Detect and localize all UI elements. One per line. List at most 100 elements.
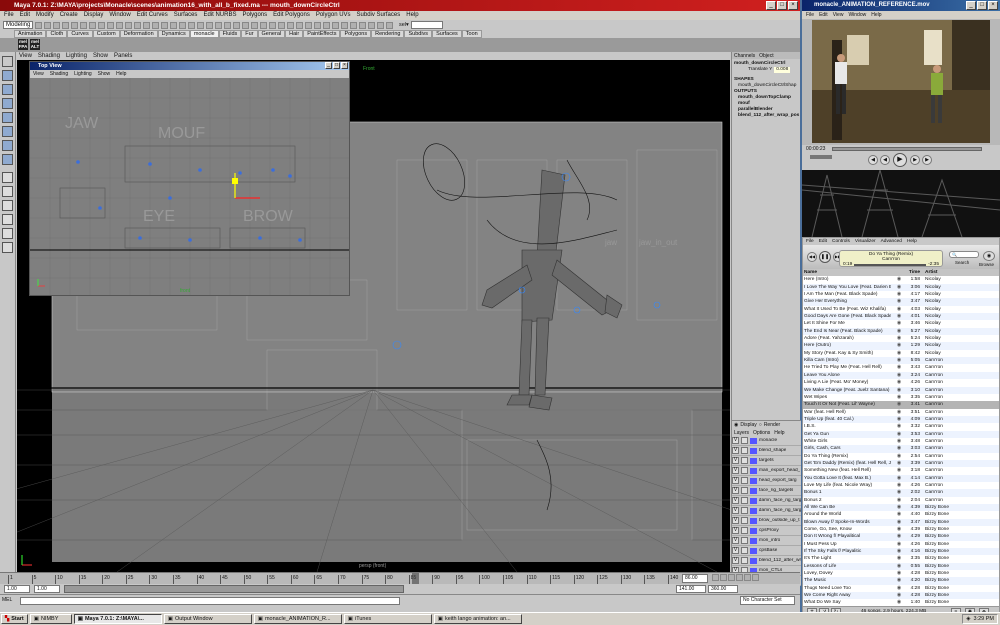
track-check-icon[interactable]: ◉ (891, 394, 907, 401)
status-tool-icon[interactable] (368, 21, 375, 29)
layer-visibility-toggle[interactable]: V (732, 467, 739, 474)
qt-back-icon[interactable]: ◀ (868, 155, 878, 165)
track-row[interactable]: The End Is Near (Feat. Black Spade) ◉ 5:27… (803, 327, 999, 336)
menu-polygons[interactable]: Polygons (242, 11, 267, 20)
qt-menu-view[interactable]: View (833, 12, 844, 18)
minimize-button[interactable]: _ (766, 1, 776, 10)
current-time-marker[interactable] (412, 573, 419, 584)
track-check-icon[interactable]: ◉ (891, 541, 907, 548)
layer-row[interactable]: Vman_export_head_ (732, 466, 801, 476)
status-tool-icon[interactable] (305, 21, 312, 29)
status-tool-icon[interactable] (287, 21, 294, 29)
go-start-icon[interactable] (712, 574, 719, 581)
track-row[interactable]: Come, Go, See, Know ◉ 4:39 Bizzy Bone (803, 526, 999, 533)
translate-y-field[interactable]: 0.008 (774, 67, 791, 73)
track-check-icon[interactable]: ◉ (891, 357, 907, 364)
mode-dropdown[interactable]: Modeling (3, 21, 33, 29)
track-check-icon[interactable]: ◉ (891, 320, 907, 327)
shelf-tab-fluids[interactable]: Fluids (218, 30, 242, 38)
it-pause-icon[interactable]: ❚❚ (819, 251, 831, 263)
layer-color-swatch[interactable] (750, 447, 757, 454)
play-forward-icon[interactable] (736, 574, 743, 581)
track-check-icon[interactable]: ◉ (891, 342, 907, 349)
qt-menu-window[interactable]: Window (848, 12, 866, 18)
menu-edit-curves[interactable]: Edit Curves (137, 11, 168, 20)
track-check-icon[interactable]: ◉ (891, 387, 907, 394)
menu-modify[interactable]: Modify (36, 11, 54, 20)
track-check-icon[interactable]: ◉ (891, 445, 907, 452)
range-end-field[interactable]: 141.00 (676, 585, 706, 593)
step-forward-icon[interactable] (744, 574, 751, 581)
tray-icon[interactable]: ◈ (966, 615, 970, 623)
layer-row[interactable]: Vtargets (732, 456, 801, 466)
status-tool-icon[interactable] (35, 21, 42, 29)
status-tool-icon[interactable] (215, 21, 222, 29)
layer-visibility-toggle[interactable]: V (732, 457, 739, 464)
track-row[interactable]: Good Days Are Gone (Feat. Black Spade) ◉ 4… (803, 313, 999, 321)
qt-rewind-icon[interactable]: ◀ (880, 155, 890, 165)
go-end-icon[interactable] (752, 574, 759, 581)
start-button[interactable]: ▚ Start (1, 614, 28, 624)
layer-type-toggle[interactable] (741, 557, 748, 564)
track-row[interactable]: Lessons of Life ◉ 0:55 Bizzy Bone (803, 562, 999, 571)
track-row[interactable]: I Love The Way You Love (Feat. Darien Br… (803, 283, 999, 292)
status-tool-icon[interactable] (332, 21, 339, 29)
track-check-icon[interactable]: ◉ (891, 555, 907, 562)
track-row[interactable]: Blown Away f/ Spoke-In-Words ◉ 3:47 Bizzy B… (803, 518, 999, 527)
track-row[interactable]: Wet Wipes ◉ 3:35 Cam'ron (803, 394, 999, 401)
range-bar[interactable] (64, 585, 404, 593)
panel-menu-lighting[interactable]: Lighting (66, 52, 87, 60)
track-check-icon[interactable]: ◉ (891, 519, 907, 526)
shelf-tab-cloth[interactable]: Cloth (46, 30, 68, 38)
layer-row[interactable]: Vmon_intro (732, 536, 801, 546)
track-row[interactable]: I.B.S. ◉ 3:32 Cam'ron (803, 423, 999, 430)
track-check-icon[interactable]: ◉ (891, 276, 907, 283)
status-tool-icon[interactable] (107, 21, 114, 29)
track-row[interactable]: Thugs Need Love Too ◉ 4:28 Bizzy Bone (803, 585, 999, 592)
track-row[interactable]: My Story (Feat. Kay & Sy Smith) ◉ 8:42 Nico… (803, 350, 999, 357)
track-check-icon[interactable]: ◉ (891, 592, 907, 599)
track-row[interactable]: We Make Change (Feat. Juelz Santana) ◉ 3:1… (803, 386, 999, 394)
status-tool-icon[interactable] (242, 21, 249, 29)
track-check-icon[interactable]: ◉ (891, 379, 907, 386)
display-radio-icon[interactable]: ◉ (734, 422, 738, 428)
shelf-tab-hair[interactable]: Hair (285, 30, 304, 38)
layout-two-icon[interactable] (2, 200, 13, 211)
it-prev-icon[interactable]: ◀◀ (807, 252, 817, 262)
status-tool-icon[interactable] (89, 21, 96, 29)
itunes-menu-controls[interactable]: Controls (832, 239, 850, 244)
shelf-tab-deformation[interactable]: Deformation (119, 30, 158, 38)
layer-type-toggle[interactable] (741, 477, 748, 484)
track-check-icon[interactable]: ◉ (891, 563, 907, 570)
qt-minimize-button[interactable]: _ (966, 1, 976, 10)
menu-subdiv-surfaces[interactable]: Subdiv Surfaces (357, 11, 401, 20)
paint-tool-icon[interactable] (2, 84, 13, 95)
track-row[interactable]: Girls, Cash, Cars ◉ 3:03 Cam'ron (803, 445, 999, 453)
status-tool-icon[interactable] (377, 21, 384, 29)
status-tool-icon[interactable] (143, 21, 150, 29)
layer-type-toggle[interactable] (741, 487, 748, 494)
status-tool-icon[interactable] (80, 21, 87, 29)
perspective-viewport[interactable]: jaw jaw_in_out Front persp (front) Top V… (17, 60, 730, 572)
status-tool-icon[interactable] (233, 21, 240, 29)
layer-visibility-toggle[interactable]: V (732, 557, 739, 564)
status-tool-icon[interactable] (224, 21, 231, 29)
shelf-tab-monacle[interactable]: monacle (189, 30, 219, 38)
track-check-icon[interactable]: ◉ (891, 475, 907, 482)
track-row[interactable]: Killa Cam (Intro) ◉ 5:05 Cam'ron (803, 357, 999, 365)
itunes-menu-advanced[interactable]: Advanced (881, 239, 902, 244)
status-tool-icon[interactable] (44, 21, 51, 29)
track-check-icon[interactable]: ◉ (891, 335, 907, 342)
track-check-icon[interactable]: ◉ (891, 489, 907, 496)
taskbar-button[interactable]: ▣ iTunes (343, 614, 432, 624)
menu-edit-nurbs[interactable]: Edit NURBS (203, 11, 236, 20)
top-view-window[interactable]: Top View _ □ × View Shading Lighting Show He… (29, 61, 350, 296)
track-check-icon[interactable]: ◉ (891, 372, 907, 379)
top-view-canvas[interactable]: JAW MOUF EYE BROW front (30, 78, 349, 295)
status-tool-icon[interactable] (260, 21, 267, 29)
layout-two-h-icon[interactable] (2, 214, 13, 225)
menu-create[interactable]: Create (60, 11, 78, 20)
track-check-icon[interactable]: ◉ (891, 364, 907, 371)
search-input[interactable]: 🔍 (949, 251, 979, 258)
play-back-icon[interactable] (728, 574, 735, 581)
